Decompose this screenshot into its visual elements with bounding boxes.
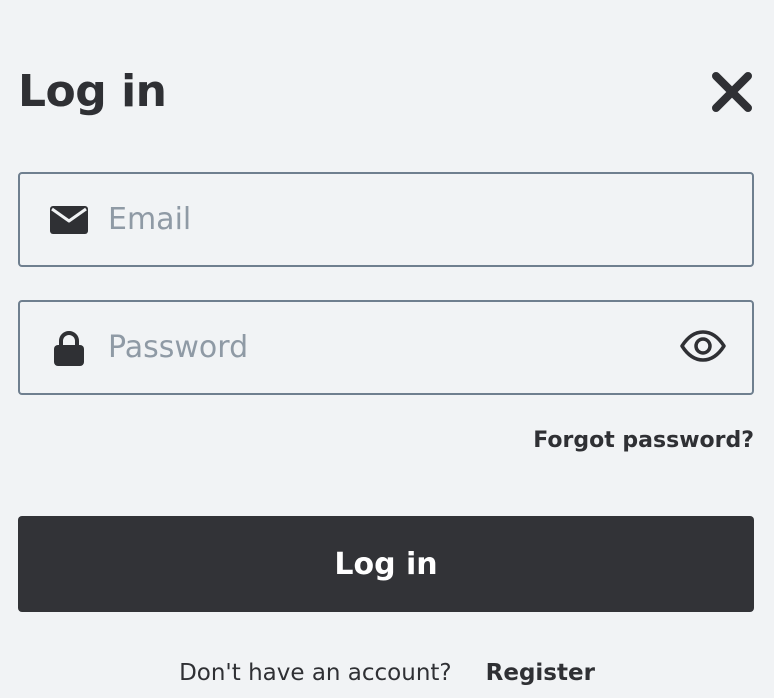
close-icon xyxy=(710,70,754,118)
register-prompt: Don't have an account? Register xyxy=(0,660,774,686)
email-field[interactable] xyxy=(18,172,754,267)
forgot-password-link[interactable]: Forgot password? xyxy=(533,428,754,453)
login-button[interactable]: Log in xyxy=(18,516,754,612)
register-prompt-text: Don't have an account? xyxy=(179,660,452,686)
lock-icon xyxy=(50,329,88,367)
register-link[interactable]: Register xyxy=(486,660,595,686)
close-button[interactable] xyxy=(704,66,760,122)
page-title: Log in xyxy=(18,66,167,117)
show-password-toggle[interactable] xyxy=(678,323,728,373)
password-input[interactable] xyxy=(108,317,678,378)
email-input[interactable] xyxy=(108,189,752,250)
eye-icon xyxy=(680,329,726,366)
password-field[interactable] xyxy=(18,300,754,395)
envelope-icon xyxy=(50,201,88,239)
login-dialog: Log in Email Forgot password? Log in Don… xyxy=(0,0,774,698)
